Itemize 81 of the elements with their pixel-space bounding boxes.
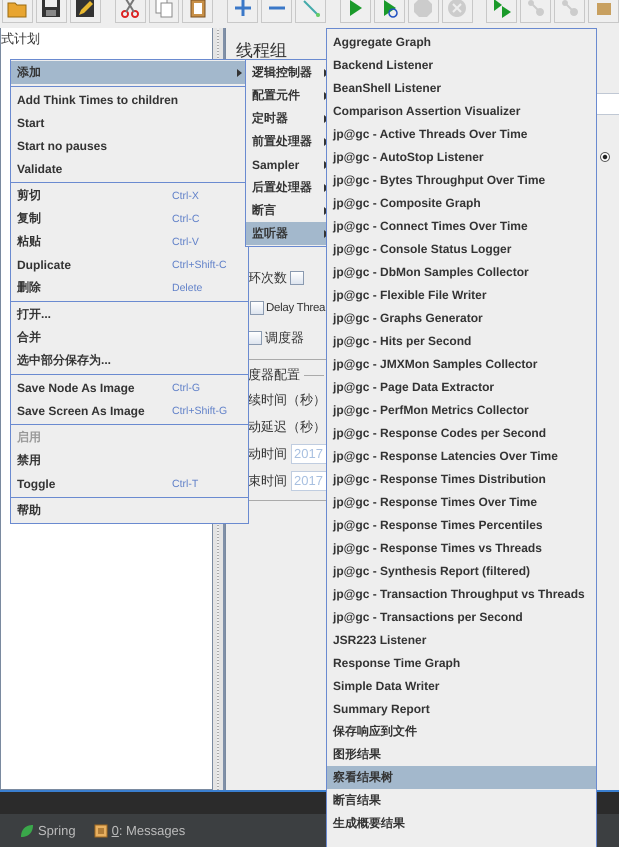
- menu-item[interactable]: jp@gc - AutoStop Listener: [327, 145, 596, 168]
- menu-item[interactable]: 合并: [11, 326, 248, 349]
- menu-item[interactable]: jp@gc - Flexible File Writer: [327, 283, 596, 306]
- input-field[interactable]: [596, 93, 619, 115]
- menu-item[interactable]: 图形结果: [327, 743, 596, 766]
- field-label: 动时间: [248, 444, 287, 462]
- copy-icon[interactable]: [148, 0, 180, 23]
- menu-item[interactable]: Save Node As Image Ctrl-G: [11, 376, 248, 399]
- menu-item[interactable]: 保存响应到文件: [327, 720, 596, 743]
- menu-item[interactable]: jp@gc - Active Threads Over Time: [327, 122, 596, 145]
- menu-item[interactable]: jp@gc - Bytes Throughput Over Time: [327, 168, 596, 191]
- menu-item[interactable]: jp@gc - Response Times vs Threads: [327, 536, 596, 559]
- plus-icon[interactable]: [227, 0, 258, 23]
- clipboard-icon[interactable]: [182, 0, 214, 23]
- pencil-icon[interactable]: [70, 0, 101, 23]
- menu-item[interactable]: jp@gc - JMXMon Samples Collector: [327, 352, 596, 375]
- menu-item[interactable]: 添加: [11, 61, 248, 84]
- menu-item[interactable]: 禁用: [11, 449, 248, 472]
- menu-item[interactable]: jp@gc - Transaction Throughput vs Threads: [327, 582, 596, 605]
- menu-item[interactable]: 打开...: [11, 303, 248, 326]
- leaf-icon: [20, 824, 34, 838]
- checkbox-label: 调度器: [265, 329, 304, 347]
- menu-item[interactable]: jp@gc - Page Data Extractor: [327, 375, 596, 398]
- play-no-timer-icon[interactable]: [374, 0, 405, 23]
- panel-title: 线程组: [236, 40, 287, 62]
- folder-icon[interactable]: [2, 0, 33, 23]
- menu-item[interactable]: 帮助: [11, 499, 248, 522]
- field-label: 续时间（秒）: [248, 390, 326, 408]
- scissors-icon[interactable]: [114, 0, 146, 23]
- menu-item[interactable]: 生成概要结果: [327, 812, 596, 835]
- menu-item[interactable]: Simple Data Writer: [327, 674, 596, 697]
- menu-item[interactable]: jp@gc - Composite Graph: [327, 191, 596, 214]
- field-label: 动延迟（秒）: [248, 418, 326, 436]
- field-label: 环次数: [248, 269, 287, 287]
- menu-item[interactable]: jp@gc - Synthesis Report (filtered): [327, 559, 596, 582]
- menu-item[interactable]: 复制 Ctrl-C: [11, 207, 248, 230]
- menu-item[interactable]: jp@gc - Transactions per Second: [327, 605, 596, 628]
- menu-item[interactable]: Toggle Ctrl-T: [11, 472, 248, 495]
- menu-item[interactable]: jp@gc - DbMon Samples Collector: [327, 260, 596, 283]
- menu-item[interactable]: Comparison Assertion Visualizer: [327, 99, 596, 122]
- menu-item[interactable]: Aggregate Graph: [327, 30, 596, 53]
- menu-item[interactable]: 剪切 Ctrl-X: [11, 184, 248, 207]
- checkbox[interactable]: [248, 331, 262, 345]
- menu-item[interactable]: 删除 Delete: [11, 276, 248, 299]
- menu-item[interactable]: 粘贴 Ctrl-V: [11, 230, 248, 253]
- menu-item[interactable]: Add Think Times to children: [11, 88, 248, 111]
- menu-item[interactable]: Start: [11, 111, 248, 134]
- nodes-icon[interactable]: [554, 0, 586, 23]
- play-icon[interactable]: [340, 0, 371, 23]
- menu-item[interactable]: jp@gc - PerfMon Metrics Collector: [327, 398, 596, 421]
- checkbox[interactable]: [290, 271, 304, 285]
- tool-window-tab[interactable]: 0: Messages: [112, 823, 186, 838]
- radio-button[interactable]: [600, 152, 610, 162]
- menu-item[interactable]: Start no pauses: [11, 134, 248, 157]
- message-list-icon: [94, 824, 108, 838]
- submenu-arrow-icon: [237, 68, 242, 76]
- menu-item[interactable]: 察看结果树: [327, 766, 596, 789]
- menu-item[interactable]: BeanShell Listener: [327, 76, 596, 99]
- menu-item[interactable]: Response Time Graph: [327, 651, 596, 674]
- menu-item[interactable]: jp@gc - Response Times Over Time: [327, 490, 596, 513]
- group-legend: 度器配置: [248, 366, 300, 384]
- menu-item[interactable]: 选中部分保存为...: [11, 349, 248, 372]
- checkbox-label: Delay Threa: [266, 302, 326, 314]
- menu-item[interactable]: JSR223 Listener: [327, 628, 596, 651]
- minus-icon[interactable]: [261, 0, 292, 23]
- field-label: 束时间: [248, 472, 287, 490]
- menu-item[interactable]: Save Screen As Image Ctrl+Shift-G: [11, 399, 248, 422]
- menu-item[interactable]: Duplicate Ctrl+Shift-C: [11, 253, 248, 276]
- wand-icon[interactable]: [295, 0, 326, 23]
- remote-start-icon[interactable]: [486, 0, 518, 23]
- tree-node[interactable]: 式计划: [1, 30, 40, 48]
- menu-item[interactable]: jp@gc - Hits per Second: [327, 329, 596, 352]
- menu-item[interactable]: Backend Listener: [327, 53, 596, 76]
- checkbox[interactable]: [250, 301, 264, 315]
- tool-window-tab[interactable]: Spring: [38, 823, 76, 838]
- menu-item[interactable]: jp@gc - Response Codes per Second: [327, 421, 596, 444]
- menu-item[interactable]: jp@gc - Graphs Generator: [327, 306, 596, 329]
- menu-item[interactable]: Validate: [11, 157, 248, 180]
- menu-item[interactable]: Summary Report: [327, 697, 596, 720]
- menu-item[interactable]: jp@gc - Response Times Percentiles: [327, 513, 596, 536]
- nodes-icon[interactable]: [520, 0, 552, 23]
